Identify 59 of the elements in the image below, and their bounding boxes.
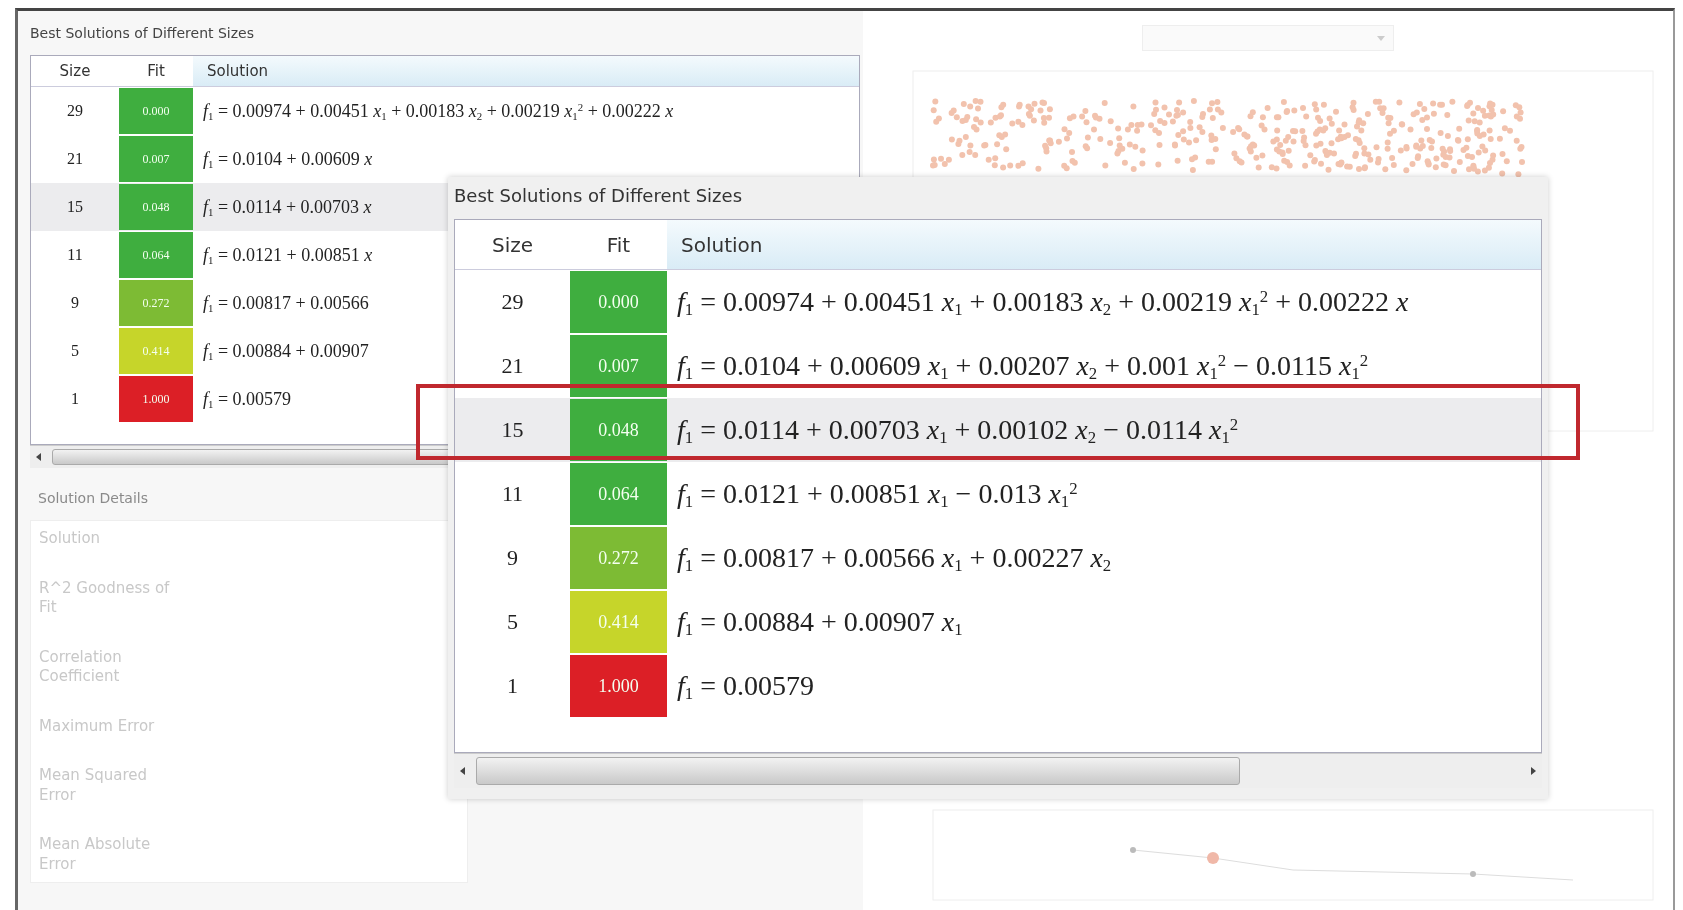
size-cell-text: 1 [506,673,519,699]
table-row[interactable]: 21 0.007 f$_{1}$ = 0.0104 + 0.00609 x [31,135,859,183]
fit-cell: 0.048 [119,184,193,230]
fit-cell: 0.272 [570,527,667,589]
solution-formula: f$_{1}$ = 0.00974 + 0.00451 x$_{1}$ + 0.00183 x$_{2}$ + 0.00219 x$_{1}$$^{2}$ + 0.00222 x [203,100,674,122]
column-header[interactable]: Solution [667,220,1541,269]
scroll-left-icon[interactable] [460,767,465,775]
scroll-right-icon[interactable] [1531,767,1536,775]
size-cell-text: 11 [500,481,525,507]
size-cell-text: 1 [70,390,80,408]
size-cell-text: 5 [506,609,519,635]
solution-formula: f$_{1}$ = 0.00884 + 0.00907 x$_{1}$ [677,606,963,638]
size-cell-text: 21 [66,150,84,168]
column-header[interactable]: Fit [119,62,193,80]
caret-icon [1377,36,1385,41]
table-row[interactable]: 29 0.000 f$_{1}$ = 0.00974 + 0.00451 x$_{1}$ + 0.00183 x$_{2}$ + 0.00219 x$_{1}$$^{2}$ + 0.00222 x [455,270,1541,334]
fit-cell: 0.064 [119,232,193,278]
fit-cell: 0.000 [119,88,193,134]
fit-cell: 0.414 [570,591,667,653]
solution-formula: f$_{1}$ = 0.00884 + 0.00907 [203,340,369,362]
solution-formula: f$_{1}$ = 0.0121 + 0.00851 x [203,244,373,266]
fit-cell: 0.007 [570,335,667,397]
table-row[interactable]: 1 1.000 f$_{1}$ = 0.00579 [455,654,1541,718]
column-header[interactable]: Solution [193,56,859,86]
panel-title: Best Solutions of Different Sizes [30,25,255,43]
column-header[interactable]: Fit [570,232,667,257]
size-cell-text: 15 [500,417,525,443]
section-title: Solution Details [38,490,149,506]
fit-cell: 0.414 [119,328,193,374]
solution-formula: f$_{1}$ = 0.00817 + 0.00566 x$_{1}$ + 0.00227 x$_{2}$ [677,542,1112,574]
table-row[interactable]: 29 0.000 f$_{1}$ = 0.00974 + 0.00451 x$_{1}$ + 0.00183 x$_{2}$ + 0.00219 x$_{1}$$^{2}$ + 0.00222 x [31,87,859,135]
size-cell-text: 9 [70,294,80,312]
size-cell-text: 15 [66,198,84,216]
size-cell-text: 29 [500,289,525,315]
size-cell-text: 5 [70,342,80,360]
scrollbar-thumb[interactable] [476,757,1240,785]
size-cell-text: 9 [506,545,519,571]
solution-formula: f$_{1}$ = 0.00579 [203,388,292,410]
fit-cell: 0.064 [570,463,667,525]
fit-cell: 0.000 [570,271,667,333]
solution-formula: f$_{1}$ = 0.00579 [677,670,814,702]
fit-cell: 1.000 [119,376,193,422]
size-cell-text: 29 [66,102,84,120]
fit-cell: 0.272 [119,280,193,326]
solution-formula: f$_{1}$ = 0.00817 + 0.00566 [203,292,369,314]
size-cell-text: 21 [500,353,525,379]
table-row[interactable]: 9 0.272 f$_{1}$ = 0.00817 + 0.00566 x$_{1}$ + 0.00227 x$_{2}$ [455,526,1541,590]
fit-cell: 1.000 [570,655,667,717]
scroll-left-icon[interactable] [36,453,41,461]
fit-cell: 0.048 [570,399,667,461]
panel-title: Best Solutions of Different Sizes [454,184,743,208]
column-header[interactable]: Size [455,232,570,257]
size-cell-text: 11 [66,246,84,264]
fit-cell: 0.007 [119,136,193,182]
table-row[interactable]: 5 0.414 f$_{1}$ = 0.00884 + 0.00907 x$_{1}$ [455,590,1541,654]
column-header[interactable]: Size [31,62,119,80]
solution-formula: f$_{1}$ = 0.0114 + 0.00703 x [203,196,372,218]
solution-formula: f$_{1}$ = 0.00974 + 0.00451 x$_{1}$ + 0.00183 x$_{2}$ + 0.00219 x$_{1}$$^{2}$ + 0.00222 x [677,286,1409,318]
solution-formula: f$_{1}$ = 0.0104 + 0.00609 x [203,148,373,170]
